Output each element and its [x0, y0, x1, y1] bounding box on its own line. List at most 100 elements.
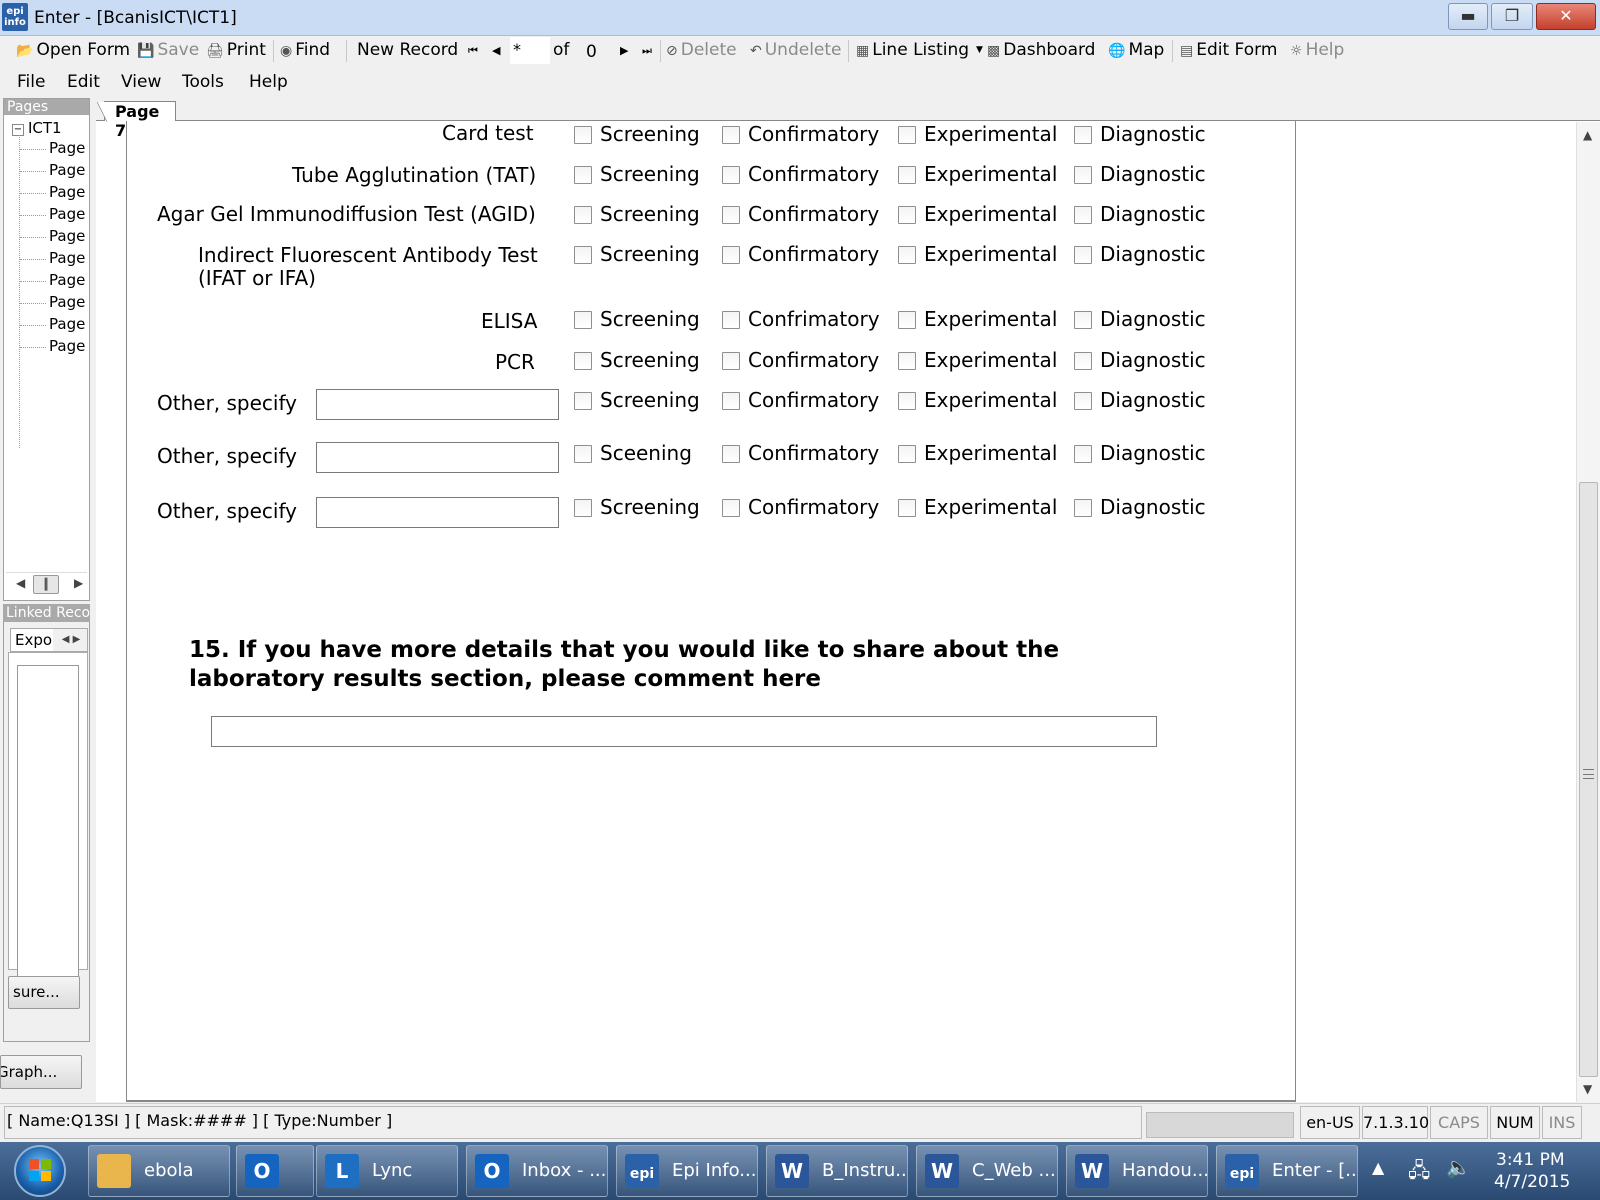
checkbox-confirmatory[interactable]	[722, 206, 740, 224]
menu-edit[interactable]: Edit	[67, 72, 100, 92]
checkbox-screening[interactable]	[574, 445, 592, 463]
checkbox-diagnostic[interactable]	[1074, 392, 1092, 410]
linked-records-list[interactable]	[17, 665, 79, 981]
tree-item-page[interactable]: Page	[20, 337, 88, 355]
other-specify-input-3[interactable]	[316, 497, 559, 528]
checkbox-screening[interactable]	[574, 352, 592, 370]
other-specify-input-1[interactable]	[316, 389, 559, 420]
tree-item-page[interactable]: Page	[20, 227, 88, 245]
scroll-thumb[interactable]	[1579, 482, 1598, 1077]
tree-item-page[interactable]: Page	[20, 205, 88, 223]
exposure-button[interactable]: sure...	[8, 976, 80, 1009]
other-specify-input-2[interactable]	[316, 442, 559, 473]
tree-item-page[interactable]: Page	[20, 183, 88, 201]
scroll-right-icon[interactable]: ▶	[74, 576, 83, 590]
taskbar-item[interactable]: ebola	[88, 1145, 230, 1197]
taskbar-item[interactable]: O Inbox - ...	[466, 1145, 608, 1197]
restore-button[interactable]: ❐	[1491, 3, 1533, 30]
checkbox-experimental[interactable]	[898, 352, 916, 370]
delete-button[interactable]: ⊘ Delete	[666, 40, 737, 60]
help-button[interactable]: ☼ Help	[1290, 40, 1344, 60]
clock-time[interactable]: 3:41 PM	[1496, 1150, 1565, 1170]
checkbox-screening[interactable]	[574, 206, 592, 224]
start-button[interactable]	[14, 1145, 66, 1197]
checkbox-confirmatory[interactable]	[722, 392, 740, 410]
tree-item-page[interactable]: Page	[20, 139, 88, 157]
tree-item-page[interactable]: Page	[20, 315, 88, 333]
tab-exposure[interactable]: Expo ◀ ▶	[10, 628, 88, 652]
checkbox-diagnostic[interactable]	[1074, 499, 1092, 517]
close-button[interactable]: ✕	[1536, 3, 1596, 30]
volume-icon[interactable]: 🔈	[1446, 1155, 1471, 1179]
checkbox-diagnostic[interactable]	[1074, 445, 1092, 463]
current-record-input[interactable]: *	[510, 37, 550, 64]
checkbox-experimental[interactable]	[898, 445, 916, 463]
checkbox-confirmatory[interactable]	[722, 246, 740, 264]
tree-item-page[interactable]: Page	[20, 249, 88, 267]
menu-file[interactable]: File	[17, 72, 45, 92]
checkbox-screening[interactable]	[574, 392, 592, 410]
checkbox-experimental[interactable]	[898, 166, 916, 184]
checkbox-diagnostic[interactable]	[1074, 166, 1092, 184]
map-button[interactable]: 🌐 Map	[1108, 40, 1164, 60]
checkbox-confirmatory[interactable]	[722, 499, 740, 517]
checkbox-diagnostic[interactable]	[1074, 206, 1092, 224]
menu-help[interactable]: Help	[249, 72, 288, 92]
show-hidden-icons-icon[interactable]: ▲	[1372, 1158, 1384, 1177]
checkbox-diagnostic[interactable]	[1074, 246, 1092, 264]
scroll-left-icon[interactable]: ◀	[16, 576, 25, 590]
tab-left-icon[interactable]: ◀	[62, 634, 70, 645]
checkbox-confirmatory[interactable]	[722, 166, 740, 184]
taskbar-item[interactable]: W C_Web ...	[916, 1145, 1058, 1197]
last-record-icon[interactable]: ⏭	[642, 44, 652, 58]
taskbar-item[interactable]: W B_Instru...	[766, 1145, 908, 1197]
undelete-button[interactable]: ↶ Undelete	[750, 40, 842, 60]
checkbox-screening[interactable]	[574, 246, 592, 264]
checkbox-experimental[interactable]	[898, 246, 916, 264]
first-record-icon[interactable]: ⏮	[468, 44, 478, 58]
tree-item-page[interactable]: Page	[20, 271, 88, 289]
scroll-up-icon[interactable]: ▲	[1583, 128, 1592, 142]
scroll-thumb[interactable]: ║	[33, 575, 59, 594]
taskbar-item[interactable]: epi Enter - [...	[1216, 1145, 1358, 1197]
checkbox-experimental[interactable]	[898, 311, 916, 329]
graph-button[interactable]: Graph...	[0, 1055, 82, 1089]
checkbox-confirmatory[interactable]	[722, 445, 740, 463]
checkbox-screening[interactable]	[574, 499, 592, 517]
edit-form-button[interactable]: ▤ Edit Form	[1180, 40, 1277, 60]
checkbox-diagnostic[interactable]	[1074, 126, 1092, 144]
checkbox-screening[interactable]	[574, 311, 592, 329]
taskbar-item[interactable]: O	[236, 1145, 314, 1197]
tree-item-page[interactable]: Page	[20, 161, 88, 179]
minimize-button[interactable]: ▬	[1448, 3, 1488, 30]
taskbar-item[interactable]: epi Epi Info...	[616, 1145, 758, 1197]
checkbox-screening[interactable]	[574, 166, 592, 184]
line-listing-dropdown-icon[interactable]: ▼	[976, 45, 983, 55]
menu-view[interactable]: View	[121, 72, 161, 92]
previous-record-icon[interactable]: ◀	[492, 44, 500, 57]
checkbox-screening[interactable]	[574, 126, 592, 144]
new-record-button[interactable]: New Record	[357, 40, 458, 60]
checkbox-experimental[interactable]	[898, 126, 916, 144]
clock-date[interactable]: 4/7/2015	[1494, 1172, 1570, 1192]
checkbox-experimental[interactable]	[898, 392, 916, 410]
checkbox-confirmatory[interactable]	[722, 352, 740, 370]
tree-item-page[interactable]: Page	[20, 293, 88, 311]
save-button[interactable]: 💾 Save	[137, 40, 199, 60]
checkbox-experimental[interactable]	[898, 499, 916, 517]
print-button[interactable]: 🖨 Print	[206, 40, 266, 60]
pages-horizontal-scrollbar[interactable]: ◀ ║ ▶	[6, 572, 87, 596]
checkbox-confirmatory[interactable]	[722, 126, 740, 144]
taskbar-item[interactable]: W Handou...	[1066, 1145, 1208, 1197]
checkbox-confirmatory[interactable]	[722, 311, 740, 329]
tab-scroll-arrows[interactable]: ◀ ▶	[53, 629, 87, 651]
checkbox-diagnostic[interactable]	[1074, 311, 1092, 329]
collapse-icon[interactable]: −	[12, 124, 24, 136]
menu-tools[interactable]: Tools	[182, 72, 224, 92]
line-listing-button[interactable]: ▦ Line Listing	[856, 40, 969, 60]
network-icon[interactable]: 🖧	[1408, 1156, 1430, 1190]
tab-page-7[interactable]: Page 7	[97, 101, 176, 140]
tab-right-icon[interactable]: ▶	[73, 634, 81, 645]
next-record-icon[interactable]: ▶	[620, 44, 628, 57]
dashboard-button[interactable]: ▩ Dashboard	[987, 40, 1095, 60]
